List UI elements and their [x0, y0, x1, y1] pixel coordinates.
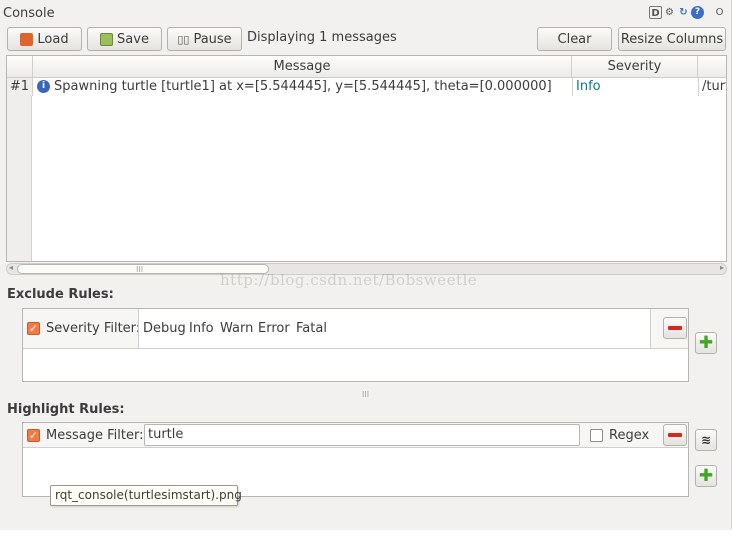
status-text: Displaying 1 messages — [247, 30, 397, 45]
window-title: Console — [3, 6, 55, 21]
folder-icon — [20, 32, 34, 46]
table-header: Message Severity — [7, 56, 726, 78]
severity-filter-label: Severity Filter: — [46, 321, 141, 336]
column-header-message[interactable]: Message — [33, 56, 572, 78]
remove-exclude-filter-button[interactable] — [663, 317, 687, 339]
remove-highlight-filter-button[interactable] — [663, 424, 687, 446]
pause-label: Pause — [193, 31, 232, 47]
title-bar: Console D ⚙ ↻ ? O — [0, 4, 732, 24]
severity-warn[interactable]: Warn — [220, 321, 253, 336]
severity-debug[interactable]: Debug — [143, 321, 186, 336]
resize-columns-label: Resize Columns — [620, 31, 724, 47]
scroll-grip: III — [136, 265, 144, 274]
severity-info[interactable]: Info — [189, 321, 214, 336]
pause-icon: ▯▯ — [177, 32, 190, 46]
info-icon: i — [37, 80, 50, 93]
stack-icon: ≋ — [700, 433, 712, 447]
column-header-severity[interactable]: Severity — [572, 56, 698, 78]
splitter-grip[interactable]: III — [362, 390, 369, 399]
save-button[interactable]: Save — [87, 27, 162, 51]
message-filter-label: Message Filter: — [46, 428, 144, 443]
message-filter-row: Message Filter: turtle Regex — [23, 423, 688, 448]
message-table[interactable]: Message Severity #1 i Spawning turtle [t… — [6, 55, 727, 262]
pause-button[interactable]: ▯▯ Pause — [167, 27, 242, 51]
regex-checkbox[interactable] — [590, 429, 603, 442]
message-filter-checkbox[interactable] — [27, 429, 40, 442]
load-button[interactable]: Load — [7, 27, 82, 51]
tooltip: rqt_console(turtlesimstart).png — [50, 485, 242, 506]
highlight-options-button[interactable]: ≋ — [695, 429, 717, 451]
clear-button[interactable]: Clear — [537, 27, 612, 51]
message-filter-input[interactable]: turtle — [144, 424, 580, 446]
dock-icon[interactable]: D — [649, 6, 662, 19]
row-index: #1 — [7, 78, 33, 96]
severity-cell: Info — [572, 78, 698, 96]
table-row[interactable]: #1 i Spawning turtle [turtle1] at x=[5.5… — [7, 78, 726, 96]
severity-filter-checkbox[interactable] — [27, 322, 40, 335]
severity-list: Debug Info Warn Error Fatal — [138, 309, 651, 348]
scroll-right-icon[interactable]: ▸ — [720, 263, 724, 272]
scroll-left-icon[interactable]: ◂ — [9, 263, 13, 272]
highlight-rules-label: Highlight Rules: — [7, 402, 125, 417]
corner-header — [7, 56, 33, 78]
exclude-rules-panel: Severity Filter: Debug Info Warn Error F… — [22, 308, 689, 382]
exclude-rules-label: Exclude Rules: — [7, 287, 114, 302]
refresh-icon[interactable]: ↻ — [677, 6, 690, 19]
column-header-node[interactable] — [698, 56, 726, 78]
row-header-column — [7, 78, 32, 261]
severity-fatal[interactable]: Fatal — [296, 321, 327, 336]
watermark: http://blog.csdn.net/Bobsweetle — [220, 271, 478, 289]
gear-icon[interactable]: ⚙ — [663, 6, 676, 19]
help-icon[interactable]: ? — [691, 6, 704, 19]
load-label: Load — [37, 31, 69, 47]
severity-filter-row: Severity Filter: Debug Info Warn Error F… — [23, 309, 688, 349]
clear-label: Clear — [557, 31, 592, 47]
save-label: Save — [117, 31, 149, 47]
add-highlight-filter-button[interactable]: ✚ — [695, 465, 717, 487]
plus-icon: ✚ — [698, 466, 714, 486]
node-cell: /turtl — [698, 78, 726, 96]
title-icons: D ⚙ ↻ ? O — [649, 6, 726, 19]
minus-icon — [668, 433, 682, 437]
regex-label: Regex — [609, 428, 650, 443]
plus-icon: ✚ — [698, 333, 714, 353]
side-label: O — [715, 7, 724, 18]
console-window: Console D ⚙ ↻ ? O Load Save ▯▯ Pause Dis… — [0, 0, 732, 530]
add-exclude-filter-button[interactable]: ✚ — [695, 332, 717, 354]
message-cell: Spawning turtle [turtle1] at x=[5.544445… — [54, 79, 552, 94]
minus-icon — [668, 326, 682, 330]
save-icon — [100, 32, 114, 46]
severity-error[interactable]: Error — [258, 321, 290, 336]
resize-columns-button[interactable]: Resize Columns — [618, 27, 726, 51]
